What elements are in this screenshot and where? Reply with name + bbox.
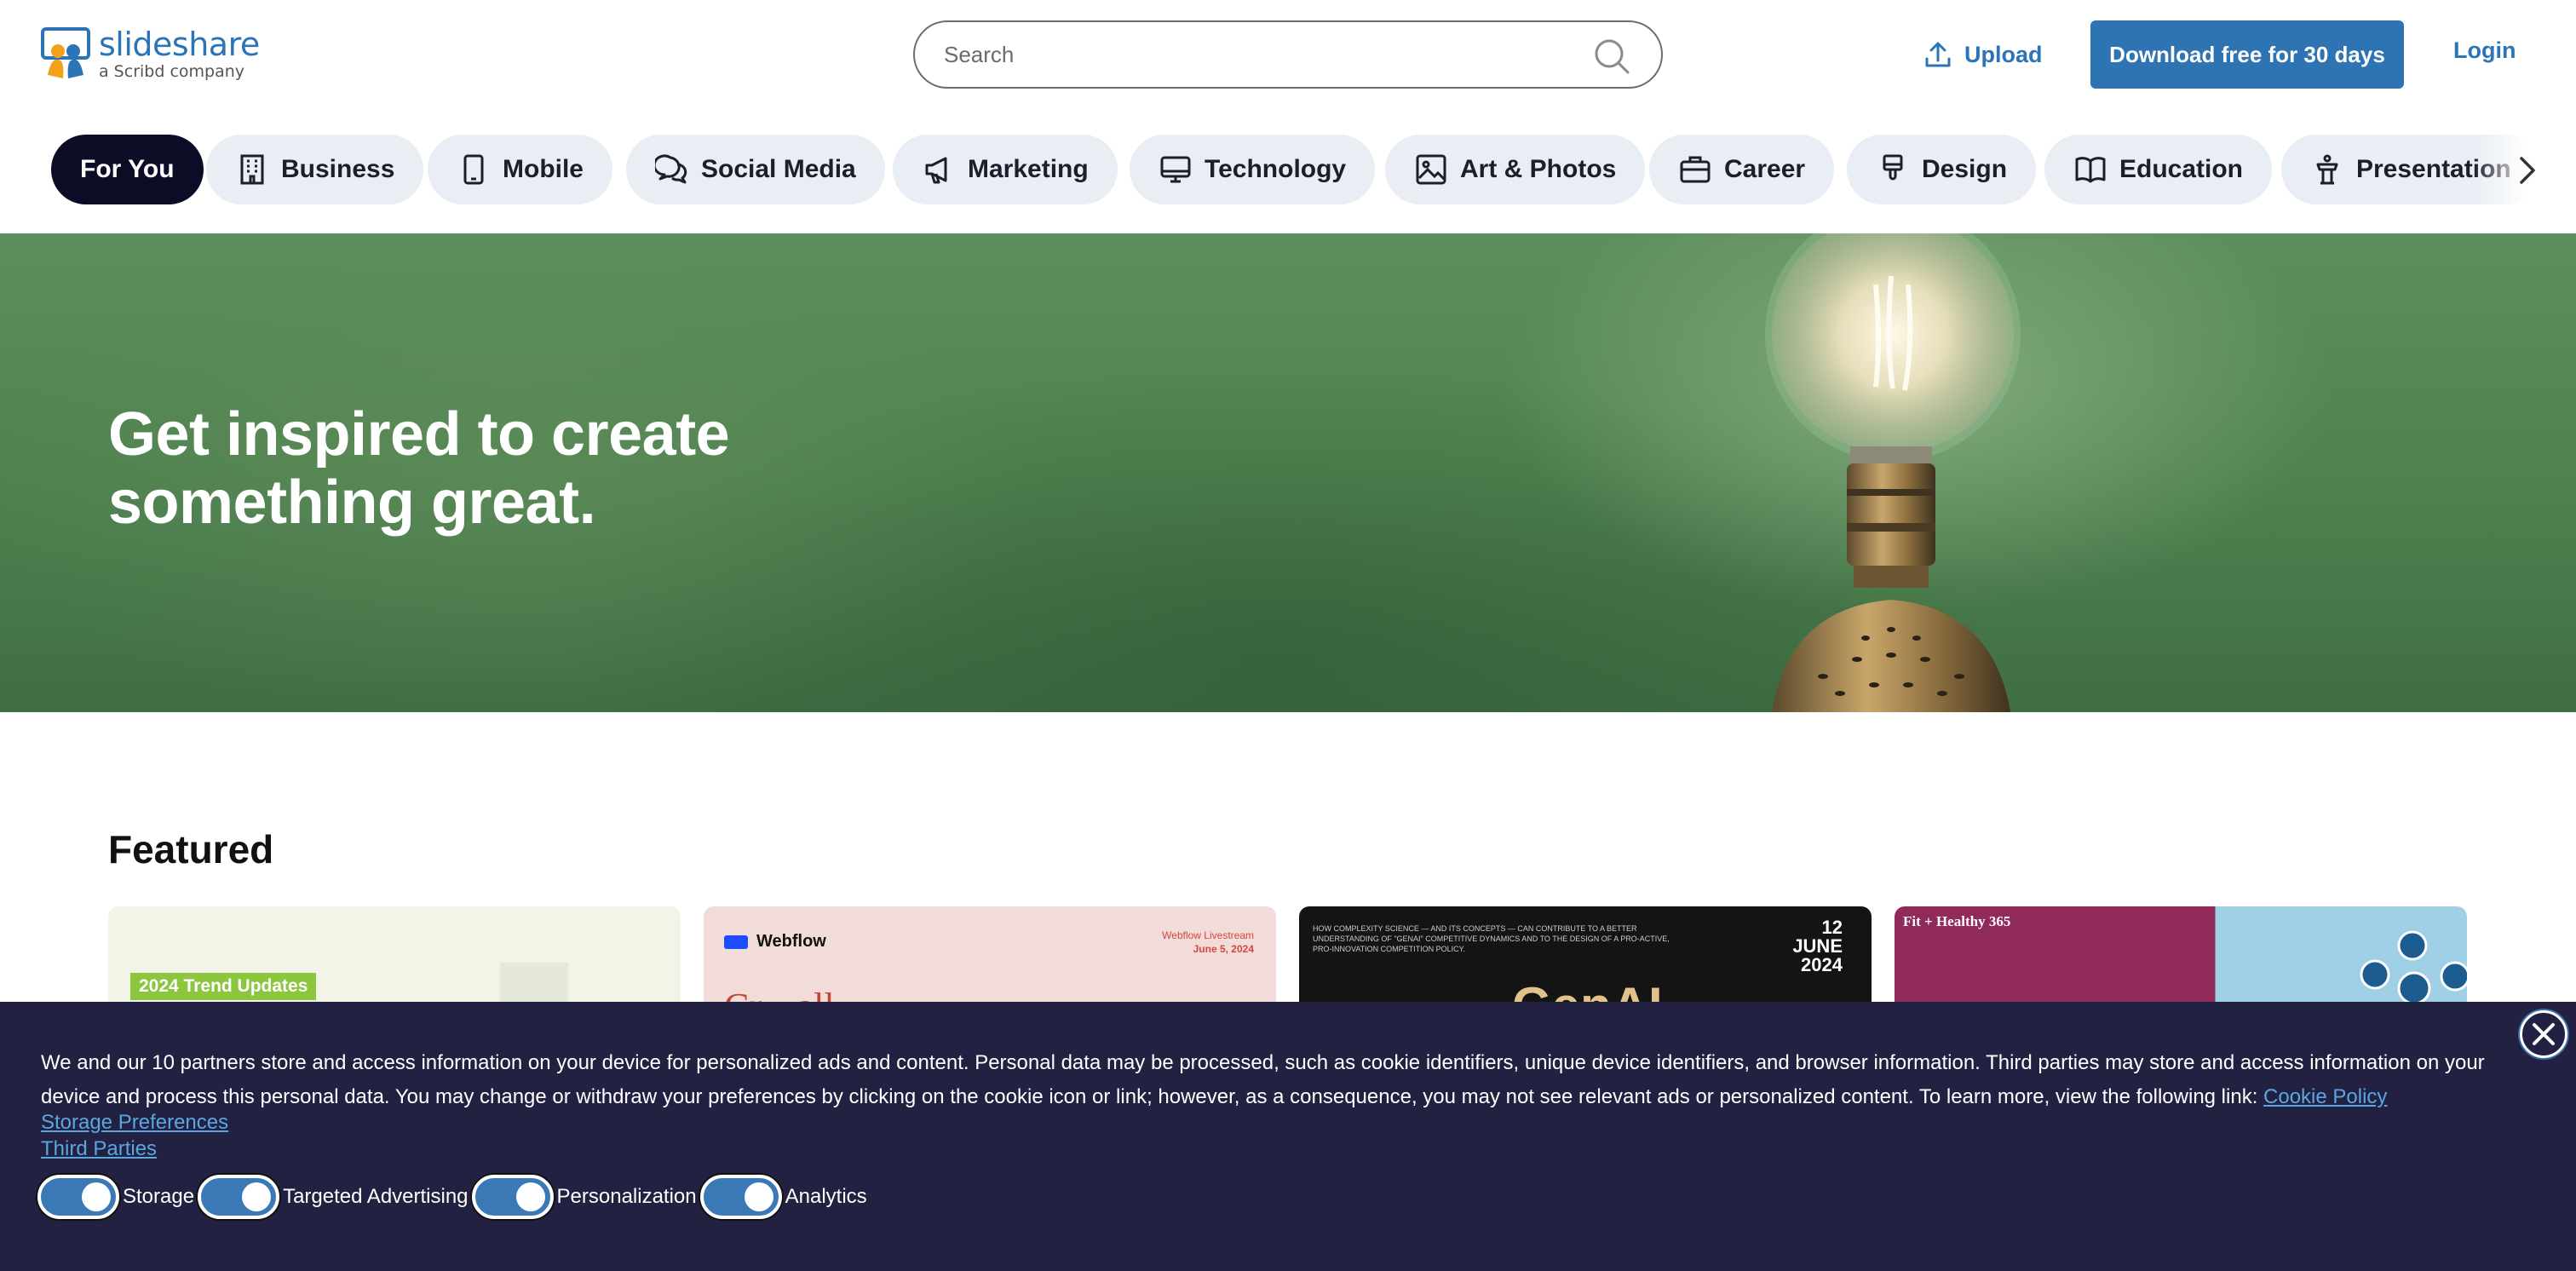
cookie-links: Storage Preferences Third Parties [41,1109,228,1162]
category-pill-technology[interactable]: Technology [1130,135,1376,204]
toggle-storage: Storage [37,1175,194,1219]
light-bulb-image [1765,233,2021,712]
cookie-consent-banner: We and our 10 partners store and access … [0,1002,2576,1271]
briefcase-icon [1680,156,1711,183]
toggle-label: Targeted Advertising [283,1185,469,1208]
featured-card[interactable]: Webflow Webflow Livestream June 5, 2024 … [704,906,1276,1009]
toggle-personalization: Personalization [471,1175,697,1219]
category-label: Mobile [503,155,584,183]
paintbrush-icon [1883,154,1903,181]
category-pill-social-media[interactable]: Social Media [626,135,885,204]
site-header: slideshare a Scribd company Upload Downl… [0,0,2576,109]
category-nav: For You Business Mobile Social Media Mar… [0,135,2576,206]
cookie-policy-link[interactable]: Cookie Policy [2263,1085,2387,1108]
toggle-label: Personalization [556,1185,697,1208]
category-label: Social Media [701,155,856,183]
building-icon [240,154,264,185]
chat-bubbles-icon [655,154,687,184]
webflow-logo-icon [724,935,748,949]
toggle-label: Analytics [785,1185,867,1208]
card-date-label: Webflow Livestream [1162,929,1254,941]
login-link[interactable]: Login [2453,37,2516,64]
category-label: Design [1922,155,2008,183]
card-date-value: June 5, 2024 [1193,943,1254,955]
hero-banner: Get inspired to create something great. [0,233,2576,712]
card-date-month: JUNE [1792,935,1843,957]
third-parties-link[interactable]: Third Parties [41,1136,228,1162]
hero-headline: Get inspired to create something great. [108,400,875,537]
category-label: Education [2119,155,2244,183]
cookie-consent-text: We and our 10 partners store and access … [41,1046,2511,1114]
featured-section-title: Featured [108,827,274,871]
category-pill-design[interactable]: Design [1847,135,2037,204]
card-blurb: HOW COMPLEXITY SCIENCE — AND ITS CONCEPT… [1313,924,1670,953]
consent-toggles: Storage Targeted Advertising Personaliza… [37,1172,871,1222]
featured-card[interactable]: HOW COMPLEXITY SCIENCE — AND ITS CONCEPT… [1299,906,1872,1009]
hero-headline-line-1: Get inspired to create [108,400,730,469]
analytics-switch[interactable] [699,1175,782,1219]
logo-wordmark: slideshare [99,25,260,63]
card-date: Webflow Livestream June 5, 2024 [1162,929,1254,956]
logo-tagline: a Scribd company [99,61,245,81]
card-brand: Webflow [756,932,826,951]
card-date-year: 2024 [1801,954,1843,975]
toggle-targeted-advertising: Targeted Advertising [198,1175,469,1219]
category-label: Marketing [968,155,1089,183]
category-label: Technology [1205,155,1347,183]
toggle-label: Storage [123,1185,195,1208]
close-cookie-banner-button[interactable] [2520,1010,2567,1058]
featured-card[interactable]: Fit + Healthy 365 [1895,906,2467,1009]
search-input[interactable] [944,22,1591,87]
open-book-icon [2075,157,2106,183]
targeted-advertising-switch[interactable] [198,1175,280,1219]
close-icon [2533,1023,2555,1045]
search-icon[interactable] [1593,37,1630,75]
storage-preferences-link[interactable]: Storage Preferences [41,1109,228,1136]
category-pill-mobile[interactable]: Mobile [428,135,612,204]
search-box [913,20,1663,89]
card-date-day: 12 [1821,917,1843,938]
featured-card[interactable]: 2024 Trend Updates [108,906,681,1009]
webflow-logo: Webflow [724,932,826,952]
category-pill-education[interactable]: Education [2044,135,2273,204]
toggle-analytics: Analytics [699,1175,867,1219]
upload-label: Upload [1964,41,2043,67]
personalization-switch[interactable] [471,1175,554,1219]
category-label: Business [281,155,395,183]
download-free-trial-button[interactable]: Download free for 30 days [2090,20,2404,89]
monitor-icon [1160,156,1191,183]
category-pill-art-photos[interactable]: Art & Photos [1385,135,1646,204]
category-label: For You [80,155,175,183]
card-date: 12 JUNE 2024 [1792,918,1843,975]
card-tag: 2024 Trend Updates [130,973,317,1000]
image-icon [1416,154,1446,185]
upload-button[interactable]: Upload [1923,34,2043,75]
slideshare-logo-icon [41,27,90,78]
mobile-icon [463,154,484,185]
hero-headline-line-2: something great. [108,469,596,537]
storage-switch[interactable] [37,1175,119,1219]
category-label: Art & Photos [1460,155,1617,183]
category-pill-marketing[interactable]: Marketing [893,135,1118,204]
cookie-consent-message: We and our 10 partners store and access … [41,1051,2485,1108]
megaphone-icon [925,157,947,184]
chevron-right-icon[interactable] [2508,152,2545,189]
slideshare-logo[interactable]: slideshare a Scribd company [39,24,260,83]
podium-icon [2316,154,2338,185]
card-title: Fit + Healthy 365 [1903,913,2011,929]
category-label: Career [1724,155,1806,183]
category-pill-business[interactable]: Business [206,135,424,204]
category-pill-career[interactable]: Career [1649,135,1835,204]
health-icons [2360,930,2467,1005]
upload-icon [1925,42,1951,67]
category-pill-for-you[interactable]: For You [51,135,204,204]
